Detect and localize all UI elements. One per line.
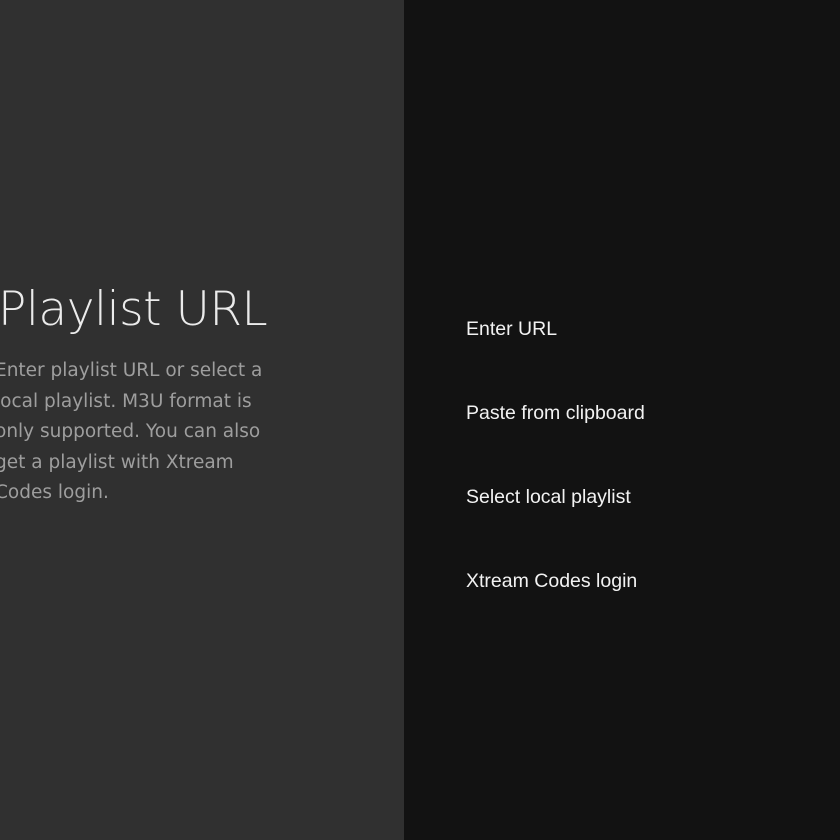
guidance-panel: Playlist URL Enter playlist URL or selec… (0, 0, 404, 840)
select-local-playlist-action[interactable]: Select local playlist (466, 477, 826, 517)
playlist-url-screen: Playlist URL Enter playlist URL or selec… (0, 0, 840, 840)
paste-from-clipboard-action[interactable]: Paste from clipboard (466, 393, 826, 433)
guidance-description: Enter playlist URL or select a local pla… (0, 360, 263, 503)
enter-url-action[interactable]: Enter URL (466, 309, 826, 349)
page-title: Playlist URL (0, 282, 268, 337)
action-list: Enter URL Paste from clipboard Select lo… (404, 0, 840, 840)
actions-panel: Enter URL Paste from clipboard Select lo… (404, 0, 840, 840)
xtream-codes-login-action[interactable]: Xtream Codes login (466, 561, 826, 601)
